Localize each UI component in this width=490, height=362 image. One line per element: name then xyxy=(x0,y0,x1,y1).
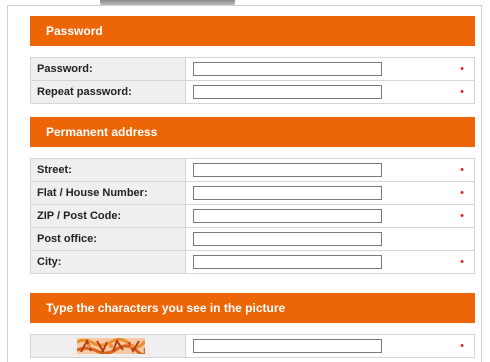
form-row-house-number: Flat / House Number: • xyxy=(30,182,475,205)
captcha-cell xyxy=(30,335,186,357)
required-marker: • xyxy=(460,63,464,75)
street-input[interactable] xyxy=(193,163,382,177)
city-input[interactable] xyxy=(193,255,382,269)
section-title: Type the characters you see in the pictu… xyxy=(46,301,286,315)
captcha-input[interactable] xyxy=(193,339,382,353)
zip-input[interactable] xyxy=(193,209,382,223)
form-row-post-office: Post office: xyxy=(30,228,475,251)
required-marker: • xyxy=(460,164,464,176)
captcha-image xyxy=(77,338,145,354)
required-marker: • xyxy=(460,210,464,222)
field-cell: • xyxy=(186,58,475,80)
field-cell: • xyxy=(186,81,475,103)
section-header-address: Permanent address xyxy=(30,117,475,147)
registration-page: Password Password: • Repeat password: • … xyxy=(0,0,490,362)
password-input[interactable] xyxy=(193,62,382,76)
section-header-captcha: Type the characters you see in the pictu… xyxy=(30,293,475,323)
field-cell: • xyxy=(186,335,475,357)
form-row-city: City: • xyxy=(30,251,475,274)
section-title: Permanent address xyxy=(46,125,158,139)
field-cell: • xyxy=(186,205,475,227)
field-label: Post office: xyxy=(30,228,186,250)
required-marker: • xyxy=(460,256,464,268)
section-title: Password xyxy=(46,24,103,38)
post-office-input[interactable] xyxy=(193,232,382,246)
captcha-table: • xyxy=(30,334,475,358)
field-cell: • xyxy=(186,251,475,273)
form-row-street: Street: • xyxy=(30,159,475,182)
required-marker: • xyxy=(460,340,464,352)
field-cell xyxy=(186,228,475,250)
field-cell: • xyxy=(186,182,475,204)
password-table: Password: • Repeat password: • xyxy=(30,57,475,104)
form-row-repeat-password: Repeat password: • xyxy=(30,81,475,104)
field-label: ZIP / Post Code: xyxy=(30,205,186,227)
field-label: Flat / House Number: xyxy=(30,182,186,204)
field-label: Street: xyxy=(30,159,186,181)
required-marker: • xyxy=(460,187,464,199)
section-header-password: Password xyxy=(30,16,475,46)
required-marker: • xyxy=(460,86,464,98)
repeat-password-input[interactable] xyxy=(193,85,382,99)
field-label: Repeat password: xyxy=(30,81,186,103)
form-row-password: Password: • xyxy=(30,58,475,81)
address-table: Street: • Flat / House Number: • ZIP / P… xyxy=(30,158,475,274)
form-row-zip: ZIP / Post Code: • xyxy=(30,205,475,228)
field-label: Password: xyxy=(30,58,186,80)
form-row-captcha: • xyxy=(30,335,475,358)
house-number-input[interactable] xyxy=(193,186,382,200)
field-cell: • xyxy=(186,159,475,181)
field-label: City: xyxy=(30,251,186,273)
